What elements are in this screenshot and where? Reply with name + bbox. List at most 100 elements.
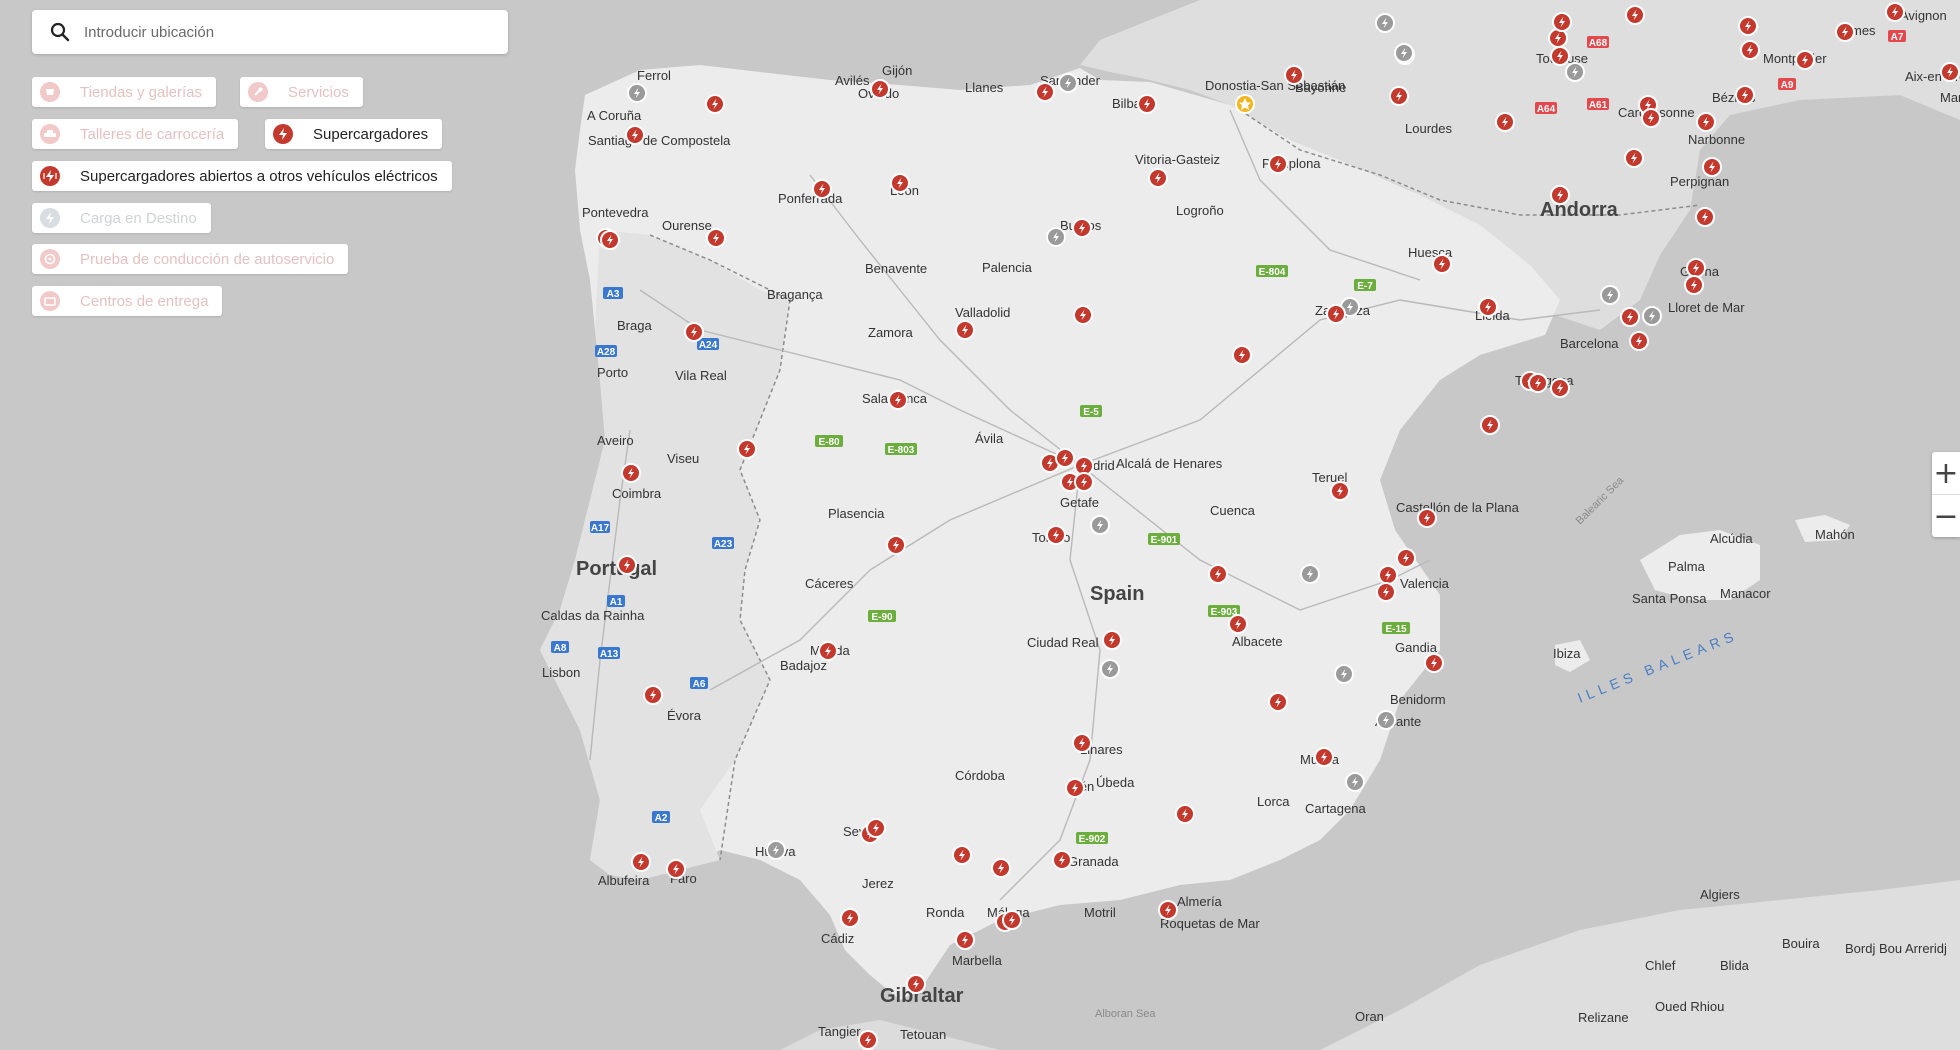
filter-superchargers[interactable]: Supercargadores [265, 119, 443, 149]
supercharger-marker[interactable] [1326, 304, 1346, 324]
supercharger-marker[interactable] [1232, 345, 1252, 365]
filter-body-shops[interactable]: Talleres de carrocería [32, 119, 239, 149]
search-input[interactable] [82, 22, 466, 42]
destination-charger-marker[interactable] [1345, 772, 1365, 792]
supercharger-marker[interactable] [858, 1030, 878, 1050]
filter-services[interactable]: Servicios [240, 77, 363, 107]
supercharger-marker[interactable] [991, 858, 1011, 878]
supercharger-marker[interactable] [1268, 154, 1288, 174]
supercharger-marker[interactable] [1695, 207, 1715, 227]
supercharger-marker[interactable] [1417, 508, 1437, 528]
destination-charger-marker[interactable] [1046, 227, 1066, 247]
supercharger-marker[interactable] [1035, 82, 1055, 102]
supercharger-marker[interactable] [643, 685, 663, 705]
destination-charger-marker[interactable] [1394, 43, 1414, 63]
supercharger-marker[interactable] [1284, 65, 1304, 85]
supercharger-marker[interactable] [1046, 525, 1066, 545]
supercharger-marker[interactable] [1055, 448, 1075, 468]
supercharger-marker[interactable] [684, 322, 704, 342]
supercharger-marker[interactable] [1074, 472, 1094, 492]
zoom-in-button[interactable]: + [1932, 452, 1960, 494]
supercharger-marker[interactable] [737, 439, 757, 459]
supercharger-marker[interactable] [1629, 331, 1649, 351]
supercharger-marker[interactable] [1175, 804, 1195, 824]
supercharger-marker[interactable] [1740, 40, 1760, 60]
supercharger-marker[interactable] [1624, 148, 1644, 168]
supercharger-marker[interactable] [1686, 258, 1706, 278]
supercharger-marker[interactable] [1389, 86, 1409, 106]
supercharger-marker[interactable] [1228, 614, 1248, 634]
supercharger-marker[interactable] [1072, 218, 1092, 238]
supercharger-marker[interactable] [1480, 415, 1500, 435]
supercharger-marker[interactable] [1552, 12, 1572, 32]
supercharger-marker[interactable] [1432, 254, 1452, 274]
destination-charger-marker[interactable] [1058, 73, 1078, 93]
supercharger-marker[interactable] [890, 173, 910, 193]
destination-charger-marker[interactable] [1375, 13, 1395, 33]
destination-charger-marker[interactable] [1100, 659, 1120, 679]
supercharger-marker[interactable] [706, 228, 726, 248]
supercharger-marker[interactable] [952, 845, 972, 865]
supercharger-marker[interactable] [1696, 112, 1716, 132]
supercharger-marker[interactable] [1528, 373, 1548, 393]
supercharger-marker[interactable] [840, 908, 860, 928]
supercharger-marker[interactable] [1268, 692, 1288, 712]
supercharger-marker[interactable] [1550, 378, 1570, 398]
supercharger-marker[interactable] [1376, 582, 1396, 602]
filter-superchargers-open[interactable]: Supercargadores abiertos a otros vehícul… [32, 161, 452, 191]
supercharger-marker[interactable] [1702, 157, 1722, 177]
supercharger-marker[interactable] [1550, 185, 1570, 205]
selected-location-marker[interactable] [1235, 94, 1255, 114]
destination-charger-marker[interactable] [1376, 710, 1396, 730]
supercharger-marker[interactable] [955, 930, 975, 950]
map-canvas[interactable]: Spain Portugal Andorra Gibraltar A Coruñ… [0, 0, 1960, 1050]
destination-charger-marker[interactable] [1565, 62, 1585, 82]
supercharger-marker[interactable] [870, 79, 890, 99]
supercharger-marker[interactable] [1940, 62, 1960, 82]
filter-self-test-drive[interactable]: Prueba de conducción de autoservicio [32, 244, 349, 274]
supercharger-marker[interactable] [818, 641, 838, 661]
supercharger-marker[interactable] [631, 852, 651, 872]
supercharger-marker[interactable] [600, 230, 620, 250]
destination-charger-marker[interactable] [627, 83, 647, 103]
supercharger-marker[interactable] [1478, 297, 1498, 317]
supercharger-marker[interactable] [888, 390, 908, 410]
supercharger-marker[interactable] [1052, 850, 1072, 870]
supercharger-marker[interactable] [1314, 747, 1334, 767]
supercharger-marker[interactable] [617, 555, 637, 575]
supercharger-marker[interactable] [1137, 94, 1157, 114]
supercharger-marker[interactable] [625, 125, 645, 145]
supercharger-marker[interactable] [1641, 108, 1661, 128]
supercharger-marker[interactable] [1795, 50, 1815, 70]
supercharger-marker[interactable] [1072, 733, 1092, 753]
destination-charger-marker[interactable] [1300, 564, 1320, 584]
destination-charger-marker[interactable] [1334, 664, 1354, 684]
destination-charger-marker[interactable] [1642, 306, 1662, 326]
supercharger-marker[interactable] [1885, 2, 1905, 22]
supercharger-marker[interactable] [666, 859, 686, 879]
supercharger-marker[interactable] [1102, 630, 1122, 650]
supercharger-marker[interactable] [1002, 910, 1022, 930]
zoom-out-button[interactable]: − [1932, 494, 1960, 537]
supercharger-marker[interactable] [1684, 275, 1704, 295]
filter-delivery-centers[interactable]: Centros de entrega [32, 286, 223, 316]
supercharger-marker[interactable] [866, 818, 886, 838]
supercharger-marker[interactable] [1835, 22, 1855, 42]
supercharger-marker[interactable] [1495, 112, 1515, 132]
supercharger-marker[interactable] [1735, 85, 1755, 105]
supercharger-marker[interactable] [812, 179, 832, 199]
supercharger-marker[interactable] [1330, 481, 1350, 501]
supercharger-marker[interactable] [1378, 565, 1398, 585]
filter-destination-charging[interactable]: Carga en Destino [32, 203, 211, 233]
supercharger-marker[interactable] [886, 535, 906, 555]
supercharger-marker[interactable] [1620, 307, 1640, 327]
filter-stores[interactable]: Tiendas y galerías [32, 77, 217, 107]
supercharger-marker[interactable] [1424, 653, 1444, 673]
supercharger-marker[interactable] [955, 320, 975, 340]
supercharger-marker[interactable] [1738, 16, 1758, 36]
supercharger-marker[interactable] [1208, 564, 1228, 584]
supercharger-marker[interactable] [906, 974, 926, 994]
supercharger-marker[interactable] [1396, 548, 1416, 568]
destination-charger-marker[interactable] [766, 840, 786, 860]
supercharger-marker[interactable] [1073, 305, 1093, 325]
